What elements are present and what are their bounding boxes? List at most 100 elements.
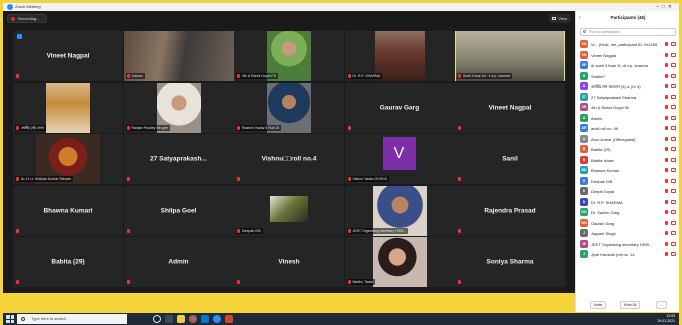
participant-row[interactable]: 27 27 Satyaprakash Sharma bbox=[580, 92, 678, 103]
video-off-icon[interactable] bbox=[671, 178, 676, 183]
more-options-button[interactable]: ... bbox=[656, 301, 667, 309]
video-off-icon[interactable] bbox=[671, 231, 676, 235]
participant-row[interactable]: D Dr. R.P. SHARMA bbox=[580, 197, 678, 208]
video-off-icon[interactable] bbox=[671, 252, 676, 256]
participant-row[interactable]: A Admin bbox=[580, 113, 678, 124]
video-tile[interactable]: Bhawna Kumari bbox=[13, 185, 123, 236]
system-tray-clock[interactable]: 12:53 19-01-2021 bbox=[657, 314, 675, 324]
participant-row[interactable]: VN Vineet Nagpal bbox=[580, 50, 678, 61]
muted-mic-icon[interactable] bbox=[665, 84, 668, 88]
participant-row[interactable]: B Babita Ishani bbox=[580, 155, 678, 166]
muted-mic-icon[interactable] bbox=[665, 136, 668, 141]
muted-mic-icon[interactable] bbox=[665, 147, 668, 151]
participant-row[interactable]: A Arun kumar (Officeguest) bbox=[580, 134, 678, 145]
video-tile[interactable]: Dr. R.P. SHARMA bbox=[344, 31, 455, 81]
video-tile[interactable]: Babita (29) bbox=[13, 237, 123, 287]
window-controls[interactable]: –□✕ bbox=[656, 3, 675, 11]
video-tile[interactable]: 4th & Rahul Goyal PD bbox=[234, 31, 344, 81]
recording-indicator[interactable]: Recording... bbox=[7, 14, 47, 23]
muted-mic-icon[interactable] bbox=[665, 126, 668, 130]
file-explorer-icon[interactable] bbox=[177, 315, 185, 323]
video-off-icon[interactable] bbox=[671, 63, 676, 67]
muted-mic-icon[interactable] bbox=[665, 157, 668, 162]
participant-row[interactable]: D Deepti Goyal bbox=[580, 186, 678, 197]
mute-all-button[interactable]: Mute All bbox=[620, 301, 641, 309]
participant-row[interactable]: AR ankit roll no. 99 bbox=[580, 123, 678, 134]
video-tile[interactable]: Gaurav bbox=[123, 31, 234, 81]
muted-mic-icon[interactable] bbox=[665, 252, 668, 256]
video-tile[interactable]: Gaurav Garg bbox=[344, 82, 455, 133]
video-tile[interactable]: Ranjan Pandey 9th gen bbox=[123, 82, 234, 133]
video-tile[interactable]: Vineet Nagpal bbox=[455, 82, 565, 133]
invite-button[interactable]: Invite bbox=[590, 301, 607, 309]
video-tile[interactable]: अरविंद (थी) उत्तम bbox=[13, 82, 123, 133]
video-off-icon[interactable] bbox=[671, 105, 676, 109]
view-button[interactable]: View bbox=[549, 14, 571, 23]
participant-row[interactable]: J Jagram Singh bbox=[580, 228, 678, 239]
video-tile[interactable]: 27 Satyaprakash... bbox=[123, 134, 234, 184]
video-off-icon[interactable] bbox=[671, 136, 676, 141]
video-tile[interactable]: Deepak IXB bbox=[234, 185, 344, 236]
video-tile[interactable]: Rajendra Prasad bbox=[455, 185, 565, 236]
participant-row[interactable]: JE JEET Organising secretary HSW... bbox=[580, 239, 678, 250]
participant-search-input[interactable]: Find a participant bbox=[580, 28, 676, 36]
video-off-icon[interactable] bbox=[671, 220, 676, 225]
participant-row[interactable]: 4R 4th & Rahul Goyal 90 bbox=[580, 102, 678, 113]
video-off-icon[interactable] bbox=[671, 73, 676, 78]
video-tile[interactable]: Vinesh bbox=[234, 237, 344, 287]
chrome-icon[interactable] bbox=[189, 315, 197, 323]
participant-row[interactable]: BK Bhawna Kumari bbox=[580, 165, 678, 176]
windows-start-icon[interactable] bbox=[6, 315, 14, 323]
video-tile-active-speaker[interactable]: Sunil 4 tour 2d - 4 k.p. sharma bbox=[455, 31, 565, 81]
video-off-icon[interactable] bbox=[671, 199, 676, 204]
video-tile[interactable]: V Vishnu Yadav GVHSS bbox=[344, 134, 455, 184]
muted-mic-icon[interactable] bbox=[665, 105, 668, 109]
video-tile[interactable]: 5c 11 Lt. Krishan Kumar Shivam bbox=[13, 134, 123, 184]
muted-mic-icon[interactable] bbox=[665, 178, 668, 183]
video-tile[interactable]: Shilpa Goel bbox=[123, 185, 234, 236]
taskbar-search-input[interactable]: Type here to search bbox=[17, 314, 127, 324]
muted-mic-icon[interactable] bbox=[665, 52, 668, 57]
video-off-icon[interactable] bbox=[671, 241, 676, 246]
participant-row[interactable]: SP dr sunil 4 than 2l, dr v.p. sharma bbox=[580, 60, 678, 71]
video-tile[interactable]: Vineet Nagpal bbox=[13, 31, 123, 81]
video-off-icon[interactable] bbox=[671, 189, 676, 193]
video-tile[interactable]: Rashmi Yadav 5 Roll 19 bbox=[234, 82, 344, 133]
cortana-icon[interactable] bbox=[153, 315, 161, 323]
zoom-app-icon[interactable] bbox=[213, 315, 221, 323]
video-tile[interactable]: Admin bbox=[123, 237, 234, 287]
video-off-icon[interactable] bbox=[671, 126, 676, 130]
video-off-icon[interactable] bbox=[671, 84, 676, 88]
muted-mic-icon[interactable] bbox=[665, 220, 668, 225]
powerpoint-icon[interactable] bbox=[225, 315, 233, 323]
muted-mic-icon[interactable] bbox=[665, 168, 668, 172]
video-tile[interactable]: Soniya Sharma bbox=[455, 237, 565, 287]
edge-icon[interactable] bbox=[201, 315, 209, 323]
collapse-chevron-icon[interactable]: ‹ bbox=[579, 13, 581, 23]
video-off-icon[interactable] bbox=[671, 52, 676, 57]
muted-mic-icon[interactable] bbox=[665, 73, 668, 78]
muted-mic-icon[interactable] bbox=[665, 94, 668, 99]
muted-mic-icon[interactable] bbox=[665, 231, 668, 235]
video-tile[interactable]: Sanil bbox=[455, 134, 565, 184]
participant-row[interactable]: GG Gaurav Garg bbox=[580, 218, 678, 229]
muted-mic-icon[interactable] bbox=[665, 199, 668, 204]
participant-row[interactable]: DG Dr. Sachin Garg bbox=[580, 207, 678, 218]
muted-mic-icon[interactable] bbox=[665, 115, 668, 120]
video-off-icon[interactable] bbox=[671, 157, 676, 162]
participant-row[interactable]: S Shalini? bbox=[580, 71, 678, 82]
video-tile[interactable]: JEET Organising secretary HSW... bbox=[344, 185, 455, 236]
muted-mic-icon[interactable] bbox=[665, 210, 668, 214]
participant-row[interactable]: VN Vi... (Host, me, participant ID: 0x118… bbox=[580, 39, 678, 50]
task-view-icon[interactable] bbox=[165, 315, 173, 323]
video-tile[interactable]: Vishnu□□roll no.4 bbox=[234, 134, 344, 184]
participant-row[interactable]: B Babita (29) bbox=[580, 144, 678, 155]
muted-mic-icon[interactable] bbox=[665, 42, 668, 46]
video-off-icon[interactable] bbox=[671, 210, 676, 214]
muted-mic-icon[interactable] bbox=[665, 63, 668, 67]
video-off-icon[interactable] bbox=[671, 115, 676, 120]
video-tile[interactable]: Madhu Tiwari bbox=[344, 237, 455, 287]
video-off-icon[interactable] bbox=[671, 147, 676, 151]
video-off-icon[interactable] bbox=[671, 168, 676, 172]
muted-mic-icon[interactable] bbox=[665, 241, 668, 246]
